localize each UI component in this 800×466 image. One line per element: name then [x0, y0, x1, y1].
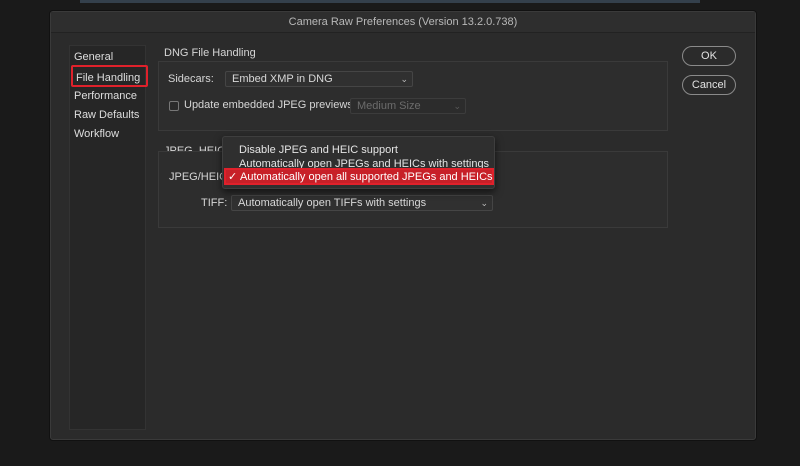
window-title: Camera Raw Preferences (Version 13.2.0.7…: [51, 12, 755, 33]
sidecars-select-value: Embed XMP in DNG: [232, 73, 333, 85]
chevron-down-icon: ⌄: [480, 198, 488, 208]
dng-group: Sidecars: Embed XMP in DNG ⌄ Update embe…: [158, 61, 668, 131]
preview-size-select[interactable]: Medium Size ⌄: [350, 98, 466, 114]
sidecars-select[interactable]: Embed XMP in DNG ⌄: [225, 71, 413, 87]
sidebar-item-raw-defaults[interactable]: Raw Defaults: [74, 107, 139, 123]
preview-size-value: Medium Size: [357, 100, 421, 112]
sidebar-item-file-handling[interactable]: File Handling: [71, 65, 148, 87]
menu-item-disable-jpeg[interactable]: Disable JPEG and HEIC support: [239, 144, 398, 157]
update-previews-checkbox[interactable]: [169, 101, 179, 111]
checkmark-icon: ✓: [228, 171, 238, 183]
preferences-dialog: Camera Raw Preferences (Version 13.2.0.7…: [50, 11, 756, 440]
jpeg-handling-menu: Disable JPEG and HEIC support Automatica…: [222, 136, 495, 189]
sidebar-item-workflow[interactable]: Workflow: [74, 126, 119, 142]
dng-group-title: DNG File Handling: [164, 47, 256, 59]
chevron-down-icon: ⌄: [453, 101, 461, 111]
ok-button[interactable]: OK: [682, 46, 736, 66]
menu-item-open-all-supported-label: Automatically open all supported JPEGs a…: [240, 171, 493, 183]
sidebar: General File Handling Performance Raw De…: [69, 45, 148, 430]
tiff-select[interactable]: Automatically open TIFFs with settings ⌄: [231, 195, 493, 211]
menu-item-open-all-supported[interactable]: ✓ Automatically open all supported JPEGs …: [224, 168, 494, 185]
sidecars-label: Sidecars:: [168, 73, 214, 85]
tiff-label: TIFF:: [201, 197, 228, 209]
cancel-button[interactable]: Cancel: [682, 75, 736, 95]
tiff-select-value: Automatically open TIFFs with settings: [238, 197, 427, 209]
sidebar-item-general[interactable]: General: [74, 49, 113, 65]
sidebar-item-performance[interactable]: Performance: [74, 88, 137, 104]
background-strip: [80, 0, 700, 3]
jpeg-heic-label: JPEG/HEIC: [169, 171, 228, 183]
chevron-down-icon: ⌄: [400, 74, 408, 84]
update-previews-label: Update embedded JPEG previews:: [184, 99, 356, 111]
